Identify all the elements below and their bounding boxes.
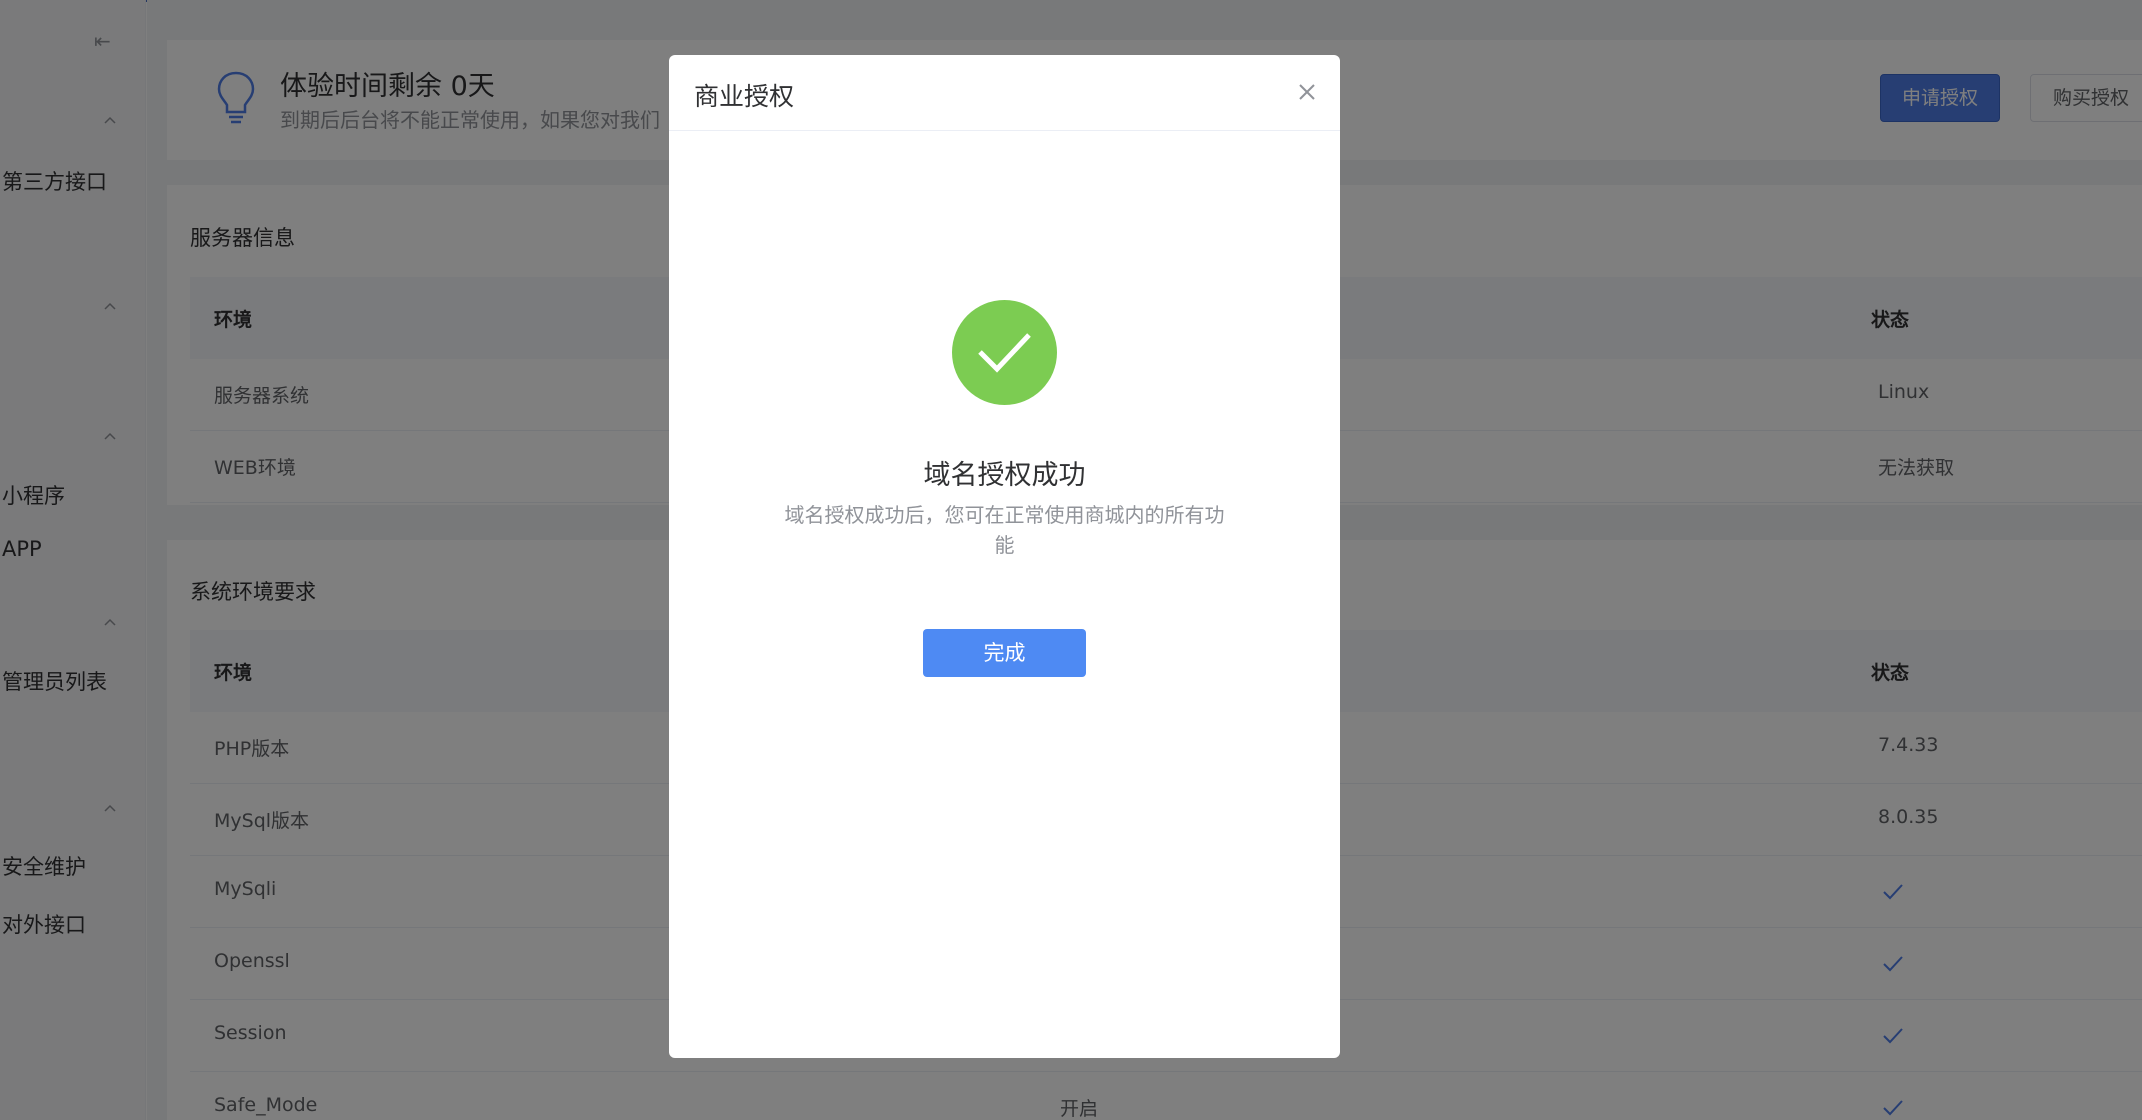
success-title: 域名授权成功 xyxy=(923,460,1086,491)
modal-title: 商业授权 xyxy=(694,82,795,111)
license-modal: 商业授权 域名授权成功 域名授权成功后，您可在正常使用商城内的所有功能 完成 xyxy=(669,55,1340,1058)
success-icon xyxy=(952,300,1057,405)
done-button[interactable]: 完成 xyxy=(923,629,1086,677)
close-icon[interactable] xyxy=(1292,77,1322,107)
success-description: 域名授权成功后，您可在正常使用商城内的所有功能 xyxy=(784,503,1225,557)
modal-header: 商业授权 xyxy=(669,55,1340,131)
